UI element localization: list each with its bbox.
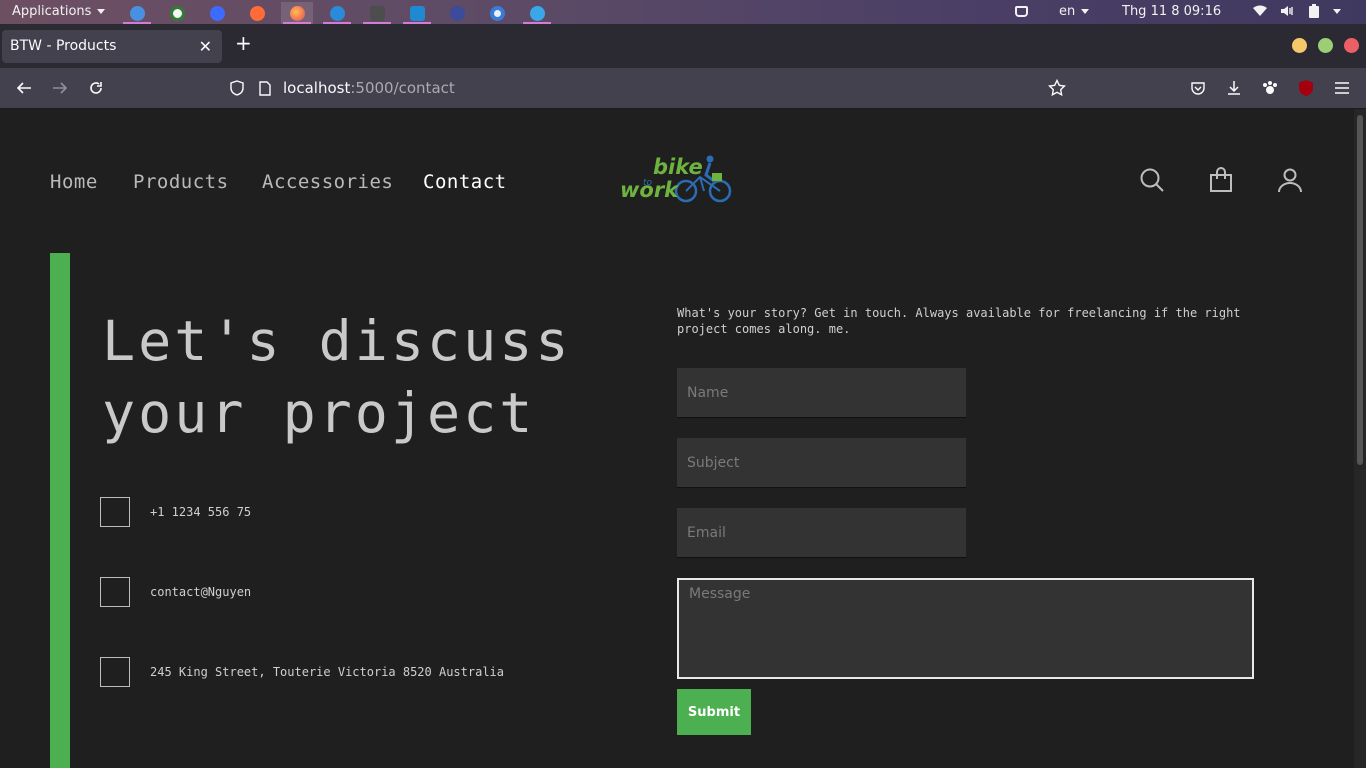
maximize-icon[interactable] (1318, 38, 1333, 53)
bookmark-star-icon[interactable] (1045, 76, 1069, 100)
user-icon[interactable] (1277, 167, 1303, 193)
url-host: localhost (283, 79, 351, 97)
web-page: Home Products Accessories Contact bike t… (0, 109, 1354, 768)
intro-line1: What's your story? Get in touch. Always … (677, 306, 1241, 320)
name-field[interactable] (677, 368, 966, 418)
files-icon[interactable] (121, 2, 153, 24)
scrollbar-thumb[interactable] (1357, 115, 1363, 465)
contact-email: contact@Nguyen (150, 585, 252, 599)
volume-icon[interactable] (1280, 4, 1294, 18)
keyboard-layout[interactable]: en (1059, 4, 1090, 19)
page-icon[interactable] (253, 76, 277, 100)
contact-address: 245 King Street, Touterie Victoria 8520 … (150, 665, 505, 679)
lang-label: en (1059, 4, 1076, 19)
app-icon[interactable] (201, 2, 233, 24)
email-field[interactable] (677, 508, 966, 558)
nav-products[interactable]: Products (133, 171, 229, 193)
title-line2: your project (102, 381, 536, 445)
intro-line2: project comes along. me. (677, 322, 851, 336)
scrollbar[interactable] (1354, 109, 1366, 768)
pocket-icon[interactable] (1186, 76, 1210, 100)
hamburger-menu-icon[interactable] (1330, 76, 1354, 100)
accent-bar (50, 253, 70, 768)
nav-contact[interactable]: Contact (423, 171, 507, 193)
browser-tab[interactable]: BTW - Products ✕ (2, 30, 222, 63)
location-icon (100, 657, 130, 687)
back-icon[interactable] (12, 76, 36, 100)
bike-to-work-logo[interactable]: bike to work (620, 153, 736, 205)
subject-field[interactable] (677, 438, 966, 488)
vscode-icon[interactable] (401, 2, 433, 24)
minimize-icon[interactable] (1292, 38, 1307, 53)
forward-icon[interactable] (48, 76, 72, 100)
new-tab-icon[interactable]: + (235, 33, 252, 53)
shopping-bag-icon[interactable] (1208, 167, 1234, 193)
battery-icon[interactable] (1307, 4, 1321, 18)
title-line1: Let's discuss (102, 309, 572, 373)
applications-label: Applications (12, 4, 92, 19)
url-path: :5000/contact (350, 79, 455, 97)
applications-menu[interactable]: Applications (12, 4, 106, 19)
wifi-icon[interactable] (1253, 4, 1267, 18)
postman-icon[interactable] (241, 2, 273, 24)
power-menu-icon[interactable] (1330, 4, 1344, 18)
clock[interactable]: Thg 11 8 09:16 (1122, 4, 1221, 19)
download-icon[interactable] (1222, 76, 1246, 100)
system-panel: Applications en Thg 11 8 09:16 (0, 0, 1366, 24)
logo-line3: work (620, 178, 680, 202)
mail-icon (100, 577, 130, 607)
app-icon[interactable] (521, 2, 553, 24)
app-icon[interactable] (321, 2, 353, 24)
nav-home[interactable]: Home (50, 171, 98, 193)
chevron-down-icon (1081, 9, 1090, 14)
message-field[interactable] (677, 578, 1254, 679)
tab-title: BTW - Products (10, 38, 117, 54)
terminal-icon[interactable] (361, 2, 393, 24)
tab-bar: BTW - Products ✕ (0, 24, 1366, 68)
app-icon[interactable] (481, 2, 513, 24)
reload-icon[interactable] (84, 76, 108, 100)
logo-line1: bike (653, 155, 703, 179)
close-icon[interactable]: ✕ (199, 37, 212, 56)
extension-paw-icon[interactable] (1258, 76, 1282, 100)
search-icon[interactable] (1139, 167, 1165, 193)
shield-icon[interactable] (225, 76, 249, 100)
page-title: Let's discuss your project (102, 305, 571, 449)
contact-phone: +1 1234 556 75 (150, 505, 252, 519)
nav-accessories[interactable]: Accessories (262, 171, 393, 193)
submit-button[interactable]: Submit (677, 689, 751, 735)
url-bar[interactable]: localhost:5000/contact (283, 79, 455, 97)
phone-icon (100, 497, 130, 527)
caffeine-icon[interactable] (1015, 6, 1028, 17)
form-intro: What's your story? Get in touch. Always … (677, 305, 1257, 337)
monitor-icon[interactable] (441, 2, 473, 24)
chrome-icon[interactable] (161, 2, 193, 24)
window-close-icon[interactable] (1344, 38, 1359, 53)
chevron-down-icon (97, 9, 106, 14)
navigation-toolbar: localhost:5000/contact (0, 68, 1366, 109)
ublock-icon[interactable] (1294, 76, 1318, 100)
firefox-icon[interactable] (281, 2, 313, 24)
